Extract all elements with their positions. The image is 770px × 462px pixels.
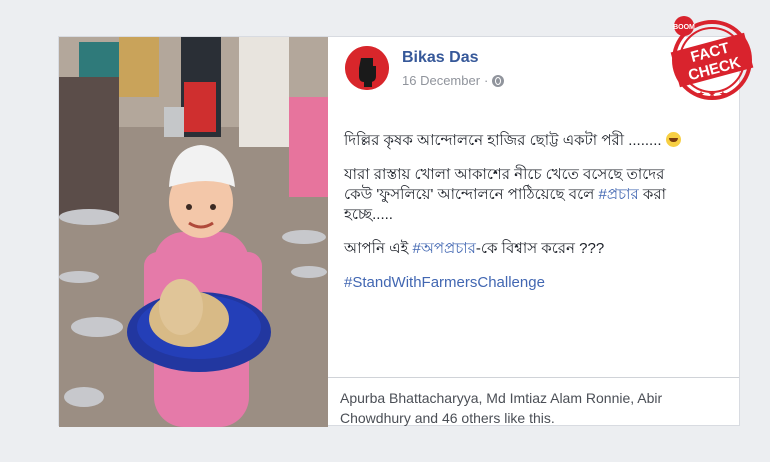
stamp-stars-icon: ★ ★ ★ <box>697 90 727 100</box>
post-date[interactable]: 16 December <box>402 73 480 88</box>
likes-summary[interactable]: Apurba Bhattacharyya, Md Imtiaz Alam Ron… <box>328 377 739 427</box>
facebook-post-card: Bikas Das 16 December · দিল্লির কৃষক আন্… <box>58 36 740 427</box>
post-author-name[interactable]: Bikas Das <box>402 49 479 67</box>
hashtag-prochar-link[interactable]: #প্রচার <box>598 186 638 203</box>
meta-separator: · <box>484 73 489 88</box>
post-text: দিল্লির কৃষক আন্দোলনে হাজির ছোট্ট একটা প… <box>344 130 694 307</box>
post-line-1-text: দিল্লির কৃষক আন্দোলনে হাজির ছোট্ট একটা প… <box>344 132 662 149</box>
fact-check-stamp: BOOM FACT CHECK ★ ★ ★ <box>670 16 754 100</box>
hashtag-opoprochar-link[interactable]: #অপপ্রচার <box>412 240 475 257</box>
post-photo[interactable] <box>59 37 328 427</box>
globe-icon[interactable] <box>492 74 505 87</box>
stamp-boom-text: BOOM <box>673 24 695 31</box>
post-line-1: দিল্লির কৃষক আন্দোলনে হাজির ছোট্ট একটা প… <box>344 130 694 151</box>
child-with-rotis-photo <box>59 37 328 427</box>
post-line-3-end: -কে বিশ্বাস করেন ??? <box>475 240 605 257</box>
raised-fist-icon[interactable] <box>345 46 389 90</box>
post-line-3: আপনি এই #অপপ্রচার-কে বিশ্বাস করেন ??? <box>344 239 694 259</box>
post-line-4: #StandWithFarmersChallenge <box>344 273 694 293</box>
post-line-2: যারা রাস্তায় খোলা আকাশের নীচে খেতে বসেছ… <box>344 165 694 225</box>
post-line-3-text: আপনি এই <box>344 240 413 257</box>
post-meta: 16 December · <box>402 73 505 88</box>
hashtag-standwithfarmers-link[interactable]: #StandWithFarmersChallenge <box>344 274 545 291</box>
grinning-face-icon <box>665 132 681 147</box>
